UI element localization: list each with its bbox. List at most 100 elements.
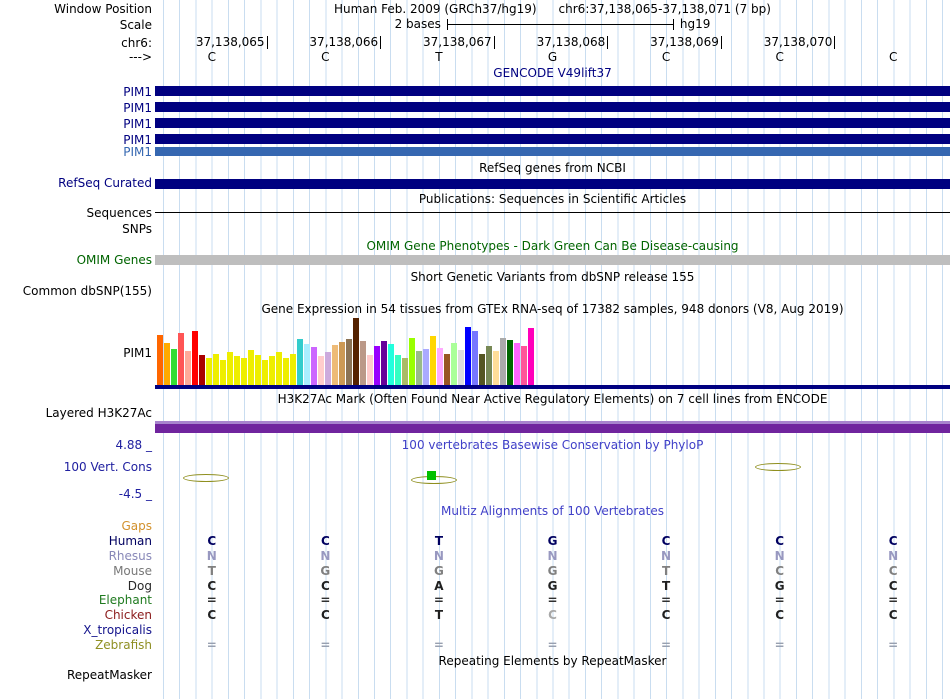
alignment-row-x_tropicalis[interactable]: [155, 623, 950, 638]
gtex-tissue-bar[interactable]: [507, 340, 513, 385]
gtex-tissue-bar[interactable]: [262, 360, 268, 385]
gtex-tissue-bar[interactable]: [304, 344, 310, 385]
gtex-tissue-bar[interactable]: [290, 354, 296, 385]
gtex-tissue-bar[interactable]: [367, 355, 373, 385]
gtex-tissue-bar[interactable]: [416, 351, 422, 385]
gtex-tissue-bar[interactable]: [227, 352, 233, 385]
gtex-tissue-bar[interactable]: [430, 336, 436, 385]
gtex-tissue-bar[interactable]: [423, 349, 429, 385]
gtex-tissue-bar[interactable]: [220, 360, 226, 385]
gtex-tissue-bar[interactable]: [192, 331, 198, 385]
gencode-gene-label[interactable]: PIM1: [123, 101, 152, 115]
encode-track-title[interactable]: H3K27Ac Mark (Often Found Near Active Re…: [155, 392, 950, 406]
gencode-gene-bar[interactable]: [155, 86, 950, 96]
layered-h3k27ac-label[interactable]: Layered H3K27Ac: [46, 406, 152, 420]
species-label-x_tropicalis[interactable]: X_tropicalis: [83, 623, 152, 637]
gtex-tissue-bar[interactable]: [395, 355, 401, 385]
common-dbsnp-label[interactable]: Common dbSNP(155): [23, 284, 152, 298]
dbsnp-track-title[interactable]: Short Genetic Variants from dbSNP releas…: [155, 270, 950, 284]
gtex-tissue-bar[interactable]: [248, 350, 254, 385]
gtex-tissue-bar[interactable]: [255, 355, 261, 385]
gtex-tissue-bar[interactable]: [178, 333, 184, 385]
sequences-track-line[interactable]: [155, 212, 950, 213]
gtex-tissue-bar[interactable]: [276, 352, 282, 385]
refseq-track-title[interactable]: RefSeq genes from NCBI: [155, 161, 950, 175]
gtex-tissue-bar[interactable]: [500, 338, 506, 385]
gencode-gene-label[interactable]: PIM1: [123, 85, 152, 99]
alignment-row-human[interactable]: CCTGCCC: [155, 534, 950, 549]
species-label-gaps[interactable]: Gaps: [121, 519, 152, 533]
gtex-tissue-bar[interactable]: [213, 354, 219, 385]
gencode-gene-bar[interactable]: [155, 118, 950, 128]
gtex-tissue-bar[interactable]: [381, 341, 387, 385]
alignment-row-gaps[interactable]: [155, 519, 950, 534]
sequences-track-label[interactable]: Sequences: [87, 206, 152, 220]
multiz-track-title[interactable]: Multiz Alignments of 100 Vertebrates: [155, 504, 950, 518]
gtex-gene-label[interactable]: PIM1: [123, 346, 152, 360]
gtex-tissue-bar[interactable]: [283, 358, 289, 385]
gtex-tissue-bar[interactable]: [465, 327, 471, 385]
gtex-tissue-bar[interactable]: [360, 341, 366, 385]
gtex-tissue-bar[interactable]: [157, 335, 163, 385]
conservation-track-title[interactable]: 100 vertebrates Basewise Conservation by…: [155, 438, 950, 452]
alignment-row-chicken[interactable]: CCTCCCC: [155, 608, 950, 623]
gtex-tissue-bar[interactable]: [199, 355, 205, 385]
refseq-gene-bar[interactable]: [155, 179, 950, 189]
gtex-tissue-bar[interactable]: [409, 338, 415, 385]
alignment-row-mouse[interactable]: TGGGTCC: [155, 564, 950, 579]
alignment-row-rhesus[interactable]: NNNNNNN: [155, 549, 950, 564]
gencode-track-title[interactable]: GENCODE V49lift37: [155, 66, 950, 80]
gtex-tissue-bar[interactable]: [346, 339, 352, 385]
gtex-tissue-bar[interactable]: [402, 358, 408, 385]
gtex-tissue-bar[interactable]: [458, 350, 464, 385]
gtex-tissue-bar[interactable]: [241, 358, 247, 385]
gencode-gene-bar[interactable]: [155, 147, 950, 156]
gencode-gene-bar[interactable]: [155, 134, 950, 144]
species-label-human[interactable]: Human: [109, 534, 152, 548]
publications-track-title[interactable]: Publications: Sequences in Scientific Ar…: [155, 192, 950, 206]
species-label-dog[interactable]: Dog: [128, 579, 152, 593]
gtex-tissue-bar[interactable]: [514, 343, 520, 385]
species-label-elephant[interactable]: Elephant: [99, 593, 152, 607]
h3k27ac-signal-bar[interactable]: [155, 424, 950, 433]
species-label-mouse[interactable]: Mouse: [113, 564, 152, 578]
gtex-tissue-bar[interactable]: [528, 328, 534, 385]
species-label-chicken[interactable]: Chicken: [105, 608, 152, 622]
gtex-tissue-bar[interactable]: [325, 352, 331, 385]
gtex-tissue-bar[interactable]: [479, 354, 485, 385]
gtex-tissue-bar[interactable]: [297, 339, 303, 385]
repeatmasker-track-title[interactable]: Repeating Elements by RepeatMasker: [155, 654, 950, 668]
gtex-tissue-bar[interactable]: [332, 345, 338, 385]
gtex-tissue-bar[interactable]: [444, 354, 450, 385]
gtex-tissue-bar[interactable]: [185, 351, 191, 385]
gtex-tissue-bar[interactable]: [269, 356, 275, 385]
gtex-tissue-bar[interactable]: [451, 343, 457, 385]
species-label-zebrafish[interactable]: Zebrafish: [95, 638, 152, 652]
gtex-tissue-bar[interactable]: [521, 346, 527, 385]
omim-genes-label[interactable]: OMIM Genes: [77, 253, 152, 267]
gencode-gene-label[interactable]: PIM1: [123, 117, 152, 131]
gtex-tissue-bar[interactable]: [472, 331, 478, 385]
gtex-track-title[interactable]: Gene Expression in 54 tissues from GTEx …: [155, 302, 950, 316]
gtex-tissue-bar[interactable]: [171, 349, 177, 385]
gtex-tissue-bar[interactable]: [164, 343, 170, 385]
omim-gene-bar[interactable]: [155, 255, 950, 265]
gtex-tissue-bar[interactable]: [493, 351, 499, 385]
alignment-row-dog[interactable]: CCAGTGC: [155, 579, 950, 594]
gtex-tissue-bar[interactable]: [318, 356, 324, 385]
gtex-tissue-bar[interactable]: [339, 342, 345, 385]
gtex-tissue-bar[interactable]: [437, 348, 443, 385]
gtex-tissue-bar[interactable]: [486, 346, 492, 385]
gtex-tissue-bar[interactable]: [353, 318, 359, 385]
conservation-track-label[interactable]: 100 Vert. Cons: [64, 460, 152, 474]
gtex-gene-model-line[interactable]: [155, 385, 950, 389]
gtex-tissue-bar[interactable]: [374, 346, 380, 385]
gencode-gene-bar[interactable]: [155, 102, 950, 112]
refseq-curated-label[interactable]: RefSeq Curated: [58, 176, 152, 190]
repeatmasker-label[interactable]: RepeatMasker: [67, 668, 152, 682]
gencode-gene-label[interactable]: PIM1: [123, 145, 152, 159]
species-label-rhesus[interactable]: Rhesus: [109, 549, 152, 563]
gtex-tissue-bar[interactable]: [206, 358, 212, 385]
gtex-tissue-bar[interactable]: [234, 356, 240, 385]
snps-track-label[interactable]: SNPs: [122, 222, 152, 236]
